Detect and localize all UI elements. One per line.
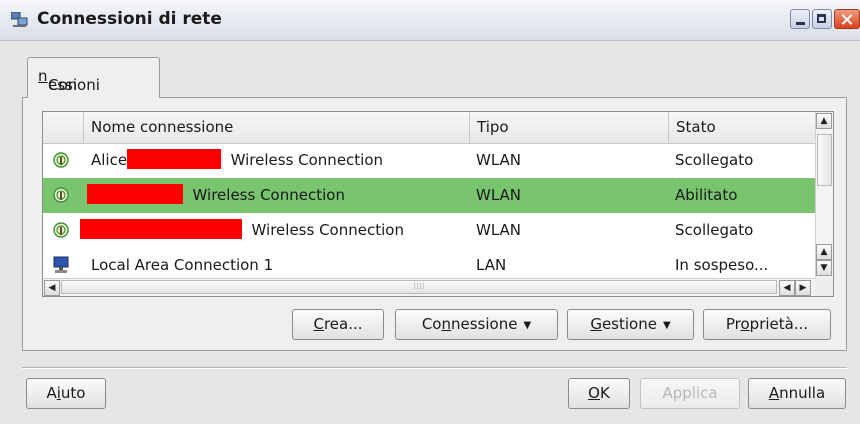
connection-name: Wireless Connection (87, 178, 345, 213)
column-header-state[interactable]: Stato (668, 112, 815, 143)
connection-state: Abilitato (675, 186, 738, 204)
column-header-type[interactable]: Tipo (469, 112, 668, 143)
scroll-left-icon[interactable]: ◀ (44, 280, 60, 296)
scrollbar-corner (815, 278, 833, 296)
apply-button[interactable]: Applica (640, 378, 740, 409)
redacted-box (87, 184, 183, 204)
redacted-box (127, 149, 222, 169)
tab-label: Con n essioni (38, 67, 100, 94)
minimize-button[interactable] (790, 9, 810, 29)
separator (22, 367, 847, 369)
scroll-left-icon[interactable]: ◀ (779, 280, 795, 296)
connection-state: Scollegato (675, 221, 754, 239)
dropdown-arrow-icon: ▼ (523, 320, 532, 331)
icon-column-header[interactable] (43, 112, 83, 143)
vertical-scrollbar[interactable]: ▲ ▲ ▼ (815, 112, 833, 278)
connection-state: Scollegato (675, 151, 754, 169)
scroll-down-icon[interactable]: ▼ (816, 260, 832, 276)
network-connections-icon (11, 12, 28, 27)
connection-type: WLAN (476, 186, 522, 204)
cancel-button[interactable]: Annulla (748, 378, 846, 409)
table-row-selected[interactable]: Wireless Connection WLAN Abilitato (43, 178, 815, 213)
wireless-icon (53, 152, 69, 168)
connection-name: Wireless Connection (80, 213, 404, 248)
connection-name: Alice Wireless Connection (91, 149, 384, 169)
horizontal-scrollbar[interactable]: ◀ ⁞⁞⁞⁞ ◀ ▶ (43, 278, 815, 296)
connection-type: WLAN (476, 151, 522, 169)
window-title: Connessioni di rete (37, 9, 222, 29)
lan-computer-icon (53, 256, 69, 273)
properties-button[interactable]: Proprietà... (703, 309, 831, 340)
scroll-up-icon[interactable]: ▲ (816, 113, 832, 129)
tab-connessioni[interactable]: Con n essioni (27, 57, 160, 98)
connection-type: WLAN (476, 221, 522, 239)
close-button[interactable] (834, 9, 860, 29)
table-row[interactable]: Wireless Connection WLAN Scollegato (43, 213, 815, 248)
redacted-box (80, 219, 242, 239)
dropdown-arrow-icon: ▼ (662, 320, 671, 331)
table-header: Nome connessione Tipo Stato (43, 112, 815, 144)
wireless-icon (53, 222, 69, 238)
connections-table[interactable]: Nome connessione Tipo Stato Alice Wirele… (42, 111, 834, 297)
create-button[interactable]: Crea... (292, 309, 384, 340)
table-row[interactable]: Alice Wireless Connection WLAN Scollegat… (43, 143, 815, 178)
title-bar: Connessioni di rete (0, 0, 860, 41)
vertical-scroll-thumb[interactable] (817, 134, 832, 186)
manage-menu-button[interactable]: Gestione ▼ (567, 309, 694, 340)
help-button[interactable]: Aiuto (26, 378, 106, 409)
horizontal-scroll-thumb[interactable]: ⁞⁞⁞⁞ (61, 280, 777, 294)
ok-button[interactable]: OK (568, 378, 630, 409)
connection-menu-button[interactable]: Connessione ▼ (395, 309, 558, 340)
wireless-icon (53, 187, 69, 203)
column-header-name[interactable]: Nome connessione (83, 112, 469, 143)
scroll-up-icon[interactable]: ▲ (816, 244, 832, 260)
scroll-right-icon[interactable]: ▶ (795, 280, 811, 296)
maximize-button[interactable] (812, 9, 832, 29)
